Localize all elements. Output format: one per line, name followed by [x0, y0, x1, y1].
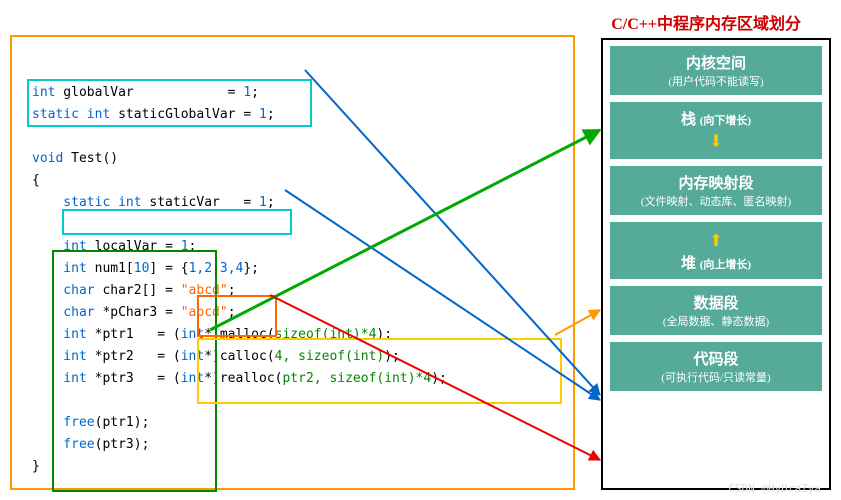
arrow-up-icon: ⬆	[614, 228, 818, 252]
mem-code-sub: (可执行代码/只读常量)	[614, 369, 818, 385]
mem-kernel: 内核空间 (用户代码不能读写)	[609, 45, 823, 96]
mem-code-title: 代码段	[614, 348, 818, 369]
diagram-title: C/C++中程序内存区域划分	[611, 10, 801, 34]
code-line: void Test()	[32, 148, 447, 170]
code-line	[32, 126, 447, 148]
box-heap-calls	[197, 338, 562, 404]
mem-kernel-sub: (用户代码不能读写)	[614, 73, 818, 89]
mem-mmap-sub: (文件映射、动态库、匿名映射)	[614, 193, 818, 209]
code-line: {	[32, 170, 447, 192]
mem-data: 数据段 (全局数据、静态数据)	[609, 285, 823, 336]
mem-heap-title: 堆 (向上增长)	[614, 252, 818, 273]
box-string-literals	[197, 295, 277, 337]
code-text: staticVar =	[142, 195, 259, 210]
box-static-local	[62, 209, 292, 235]
keyword-static-int: static int	[32, 195, 142, 210]
mem-stack-title: 栈 (向下增长)	[614, 108, 818, 129]
mem-data-sub: (全局数据、静态数据)	[614, 313, 818, 329]
mem-heap: ⬆ 堆 (向上增长)	[609, 221, 823, 280]
mem-data-title: 数据段	[614, 292, 818, 313]
watermark: CSDN @HyDraZya	[728, 482, 821, 495]
mem-stack: 栈 (向下增长) ⬇	[609, 101, 823, 160]
literal: 1	[259, 195, 267, 210]
box-locals	[52, 250, 217, 492]
mem-code: 代码段 (可执行代码/只读常量)	[609, 341, 823, 392]
memory-panel: 内核空间 (用户代码不能读写) 栈 (向下增长) ⬇ 内存映射段 (文件映射、动…	[601, 38, 831, 490]
code-text: };	[243, 261, 259, 276]
keyword-void: void	[32, 151, 63, 166]
mem-mmap-title: 内存映射段	[614, 172, 818, 193]
box-globals	[27, 79, 312, 127]
code-text: ;	[267, 195, 275, 210]
arrow-down-icon: ⬇	[614, 129, 818, 153]
mem-mmap: 内存映射段 (文件映射、动态库、匿名映射)	[609, 165, 823, 216]
code-text: Test()	[63, 151, 118, 166]
mem-kernel-title: 内核空间	[614, 52, 818, 73]
code-panel: int globalVar = 1; static int staticGlob…	[10, 35, 575, 490]
